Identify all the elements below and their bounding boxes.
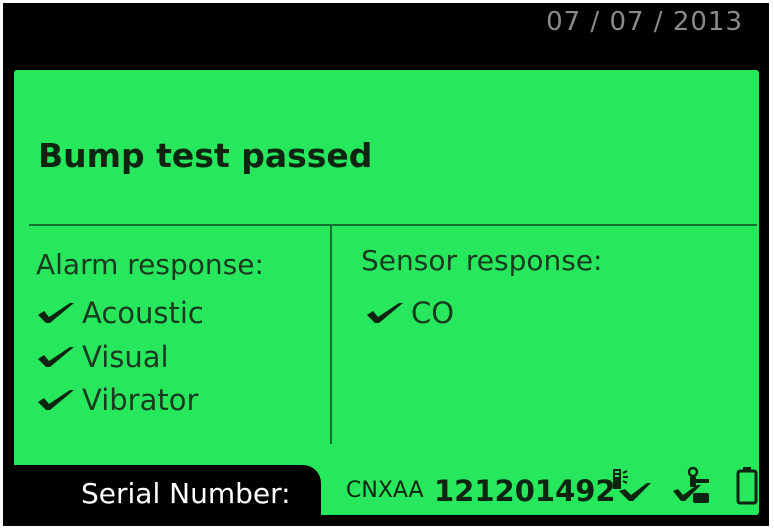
sensor-item-label: CO [411,296,455,330]
date-display: 07 / 07 / 2013 [546,7,743,37]
alarm-item-label: Visual [82,340,169,374]
alarm-item-visual: Visual [36,340,169,374]
check-icon [38,303,74,323]
vertical-divider [330,226,332,444]
bump-test-icon [613,469,651,501]
device-display: 07 / 07 / 2013 Bump test passed Alarm re… [3,3,769,526]
alarm-item-label: Acoustic [82,296,204,330]
page-title: Bump test passed [38,136,373,175]
check-icon [367,303,403,323]
serial-prefix: CNXAA [346,478,424,503]
alarm-item-acoustic: Acoustic [36,296,204,330]
horizontal-divider [29,224,757,226]
serial-number-value: 121201492 [434,474,616,508]
result-screen: Bump test passed Alarm response: Acousti… [14,70,759,515]
sensor-response-label: Sensor response: [361,244,603,277]
alarm-item-vibrator: Vibrator [36,383,198,417]
calibration-icon [673,466,709,503]
alarm-response-label: Alarm response: [36,248,264,281]
serial-number-label: Serial Number: [81,477,291,510]
sensor-item-co: CO [365,296,454,330]
alarm-item-label: Vibrator [82,383,199,417]
check-icon [38,347,74,367]
check-icon [38,390,74,410]
battery-icon [736,467,758,505]
